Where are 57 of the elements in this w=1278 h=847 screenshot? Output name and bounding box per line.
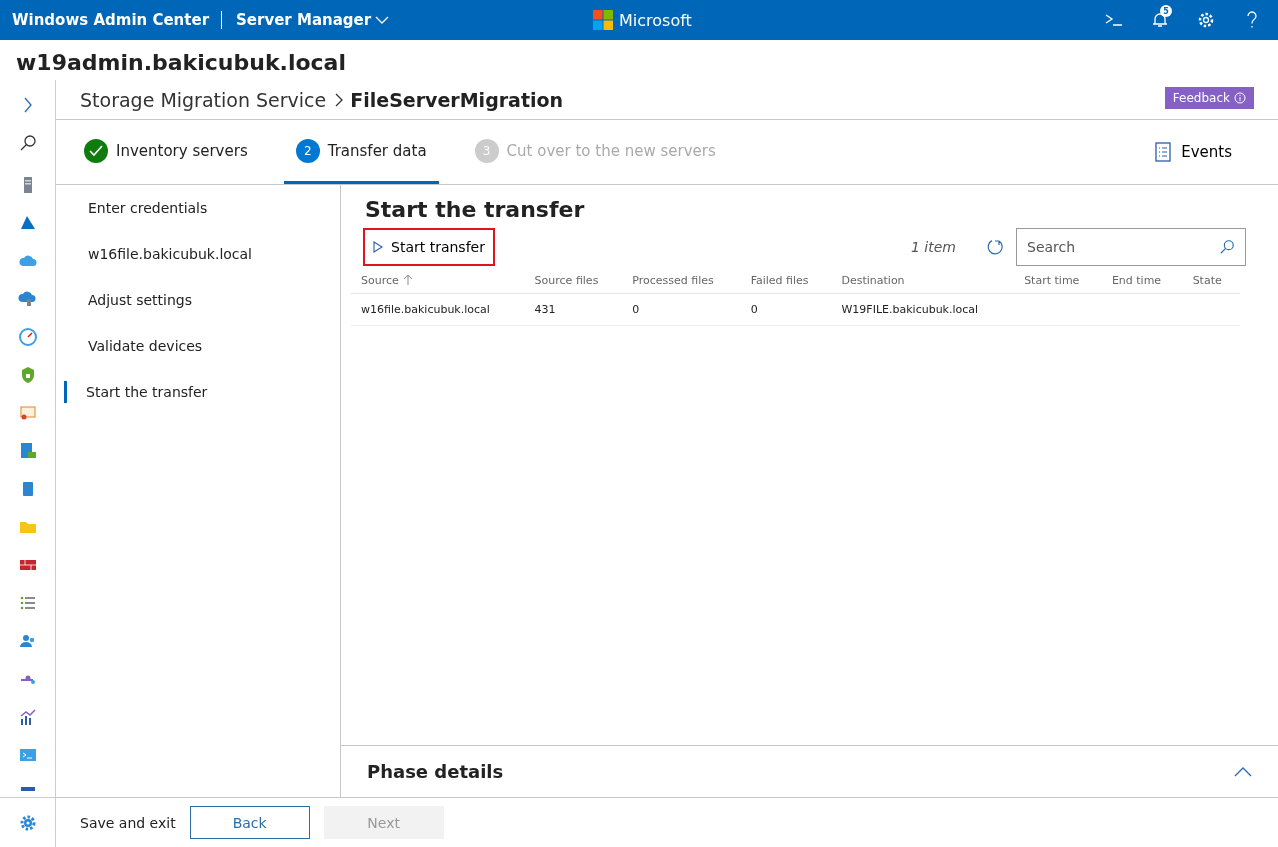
refresh-icon (986, 238, 1004, 256)
wizard-step[interactable]: 2 Transfer data (283, 120, 439, 184)
search-icon (1219, 239, 1235, 255)
column-header[interactable]: Destination (831, 268, 1015, 294)
brand-name: Microsoft (619, 10, 692, 30)
table-cell: w16file.bakicubuk.local (361, 303, 490, 316)
notifications-button[interactable]: 5 (1146, 4, 1174, 36)
chevron-up-icon (1234, 766, 1252, 777)
play-icon (373, 241, 383, 253)
wizard-step[interactable]: Inventory servers (72, 120, 260, 184)
prompt-icon (1105, 13, 1123, 27)
column-header[interactable]: End time (1101, 268, 1183, 294)
chevron-down-icon (375, 15, 390, 25)
column-header[interactable]: State (1182, 268, 1240, 294)
nav-item[interactable]: Start the transfer (64, 381, 208, 403)
document-list-icon (1155, 142, 1172, 162)
nav-item[interactable]: Validate devices (64, 335, 203, 357)
column-header[interactable]: Source (351, 268, 525, 294)
table-cell: 431 (534, 303, 556, 316)
table-cell: 0 (750, 303, 758, 316)
search-box[interactable]: Search (1016, 228, 1246, 266)
breadcrumb-current: FileServerMigration (350, 88, 564, 111)
nav-item[interactable]: Adjust settings (64, 289, 193, 311)
context-menu-button[interactable]: Server Manager (222, 11, 390, 29)
question-mark-icon (1246, 11, 1258, 29)
events-button[interactable]: Events (1155, 120, 1262, 184)
search-icon (18, 134, 37, 152)
table-cell: 0 (632, 303, 640, 316)
collapse-button[interactable] (1234, 766, 1252, 777)
start-transfer-button[interactable]: Start transfer (363, 228, 495, 266)
app-title: Windows Admin Center (12, 11, 223, 29)
cloud-server-icon (17, 289, 38, 309)
settings-icon (1197, 11, 1215, 29)
save-and-exit-button[interactable]: Save and exit (80, 814, 176, 831)
table-cell: W19FILE.bakicubuk.local (841, 303, 979, 316)
column-header[interactable]: Failed files (740, 268, 832, 294)
section-title: Start the transfer (365, 197, 586, 222)
breadcrumb-link[interactable]: Storage Migration Service (80, 88, 327, 111)
refresh-button[interactable] (986, 238, 1004, 256)
column-header[interactable]: Start time (1014, 268, 1102, 294)
step-number: 2 (295, 138, 320, 163)
chevron-right-icon (22, 97, 33, 113)
chevron-right-icon (334, 91, 345, 108)
info-icon (1234, 91, 1246, 104)
column-header[interactable]: Source files (524, 268, 623, 294)
back-button[interactable]: Back (189, 806, 310, 839)
column-header[interactable]: Processed files (622, 268, 741, 294)
panel-title: Phase details (367, 761, 504, 782)
item-count: 1 item (911, 239, 956, 255)
notification-count: 5 (1160, 5, 1172, 17)
server-name: w19admin.bakicubuk.local (15, 49, 347, 77)
nav-item[interactable]: w16file.bakicubuk.local (64, 243, 252, 265)
four-squares-logo-icon (593, 10, 613, 30)
gauge-icon (17, 327, 38, 347)
check-icon (84, 138, 108, 163)
feedback-button[interactable]: Feedback (1164, 86, 1254, 109)
nav-item[interactable]: Enter credentials (64, 197, 208, 219)
